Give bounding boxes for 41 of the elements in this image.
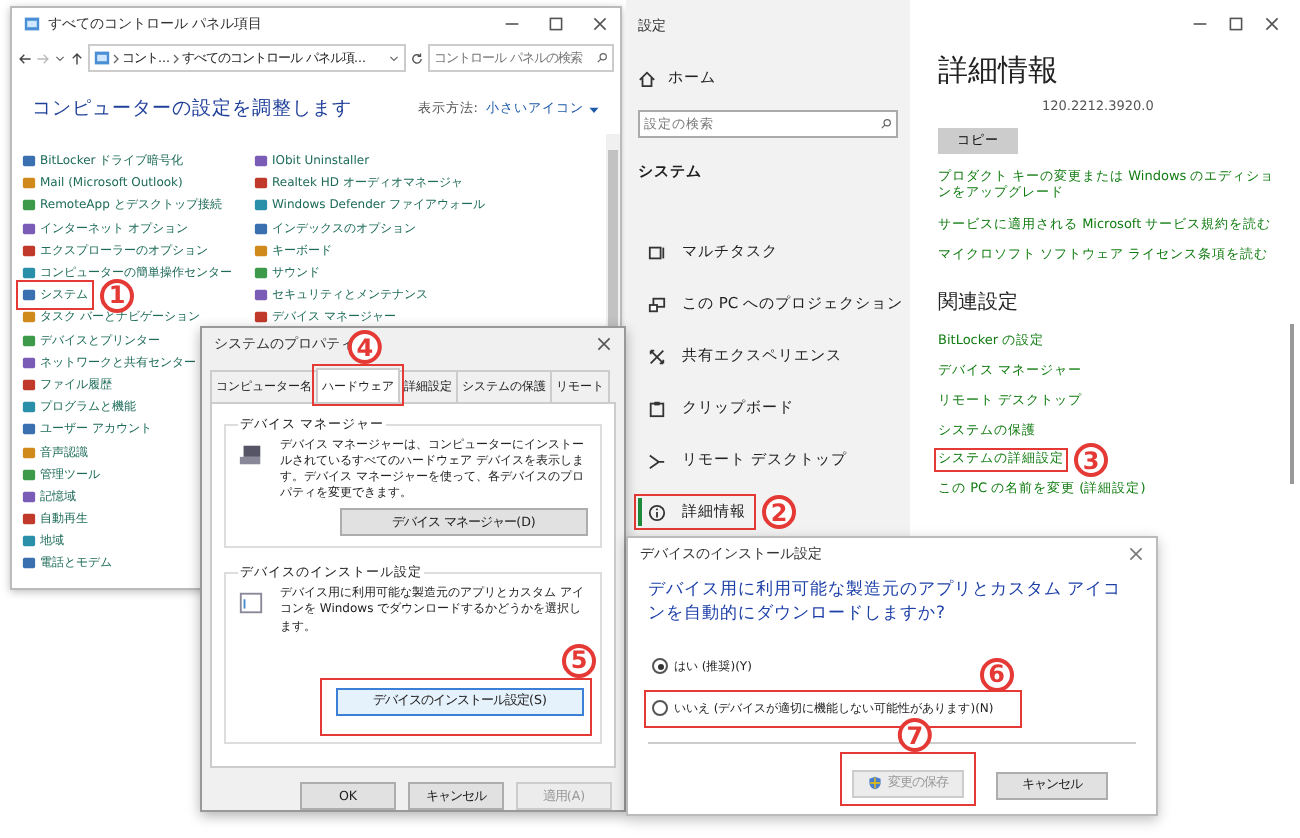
page-heading: 詳細情報 <box>938 52 1060 90</box>
computer-icon <box>238 442 264 468</box>
clipboard-icon <box>648 399 666 417</box>
maximize-icon[interactable] <box>548 16 564 32</box>
refresh-icon[interactable] <box>410 51 424 65</box>
callout-badge: 6 <box>979 657 1014 692</box>
angle-icon <box>648 451 666 469</box>
home-icon <box>638 69 656 87</box>
up-arrow-icon[interactable] <box>70 51 84 65</box>
search-icon <box>880 118 892 130</box>
close-icon[interactable] <box>1128 546 1144 562</box>
section-heading: 関連設定 <box>938 289 1020 317</box>
close-icon[interactable] <box>592 16 608 32</box>
maximize-icon[interactable] <box>1228 16 1244 32</box>
callout-badge: 7 <box>897 718 932 752</box>
document-icon <box>238 590 264 617</box>
info-icon <box>648 503 666 521</box>
callout-badge: 5 <box>562 643 596 678</box>
multitask-icon <box>648 243 666 261</box>
chevron-icon <box>172 51 181 65</box>
radio-button[interactable] <box>652 700 668 717</box>
control-panel-icon <box>94 50 110 66</box>
close-icon[interactable] <box>1264 16 1280 32</box>
control-panel-icon <box>24 16 40 32</box>
radio-button[interactable] <box>652 658 668 675</box>
page-heading: コンピューターの設定を調整します <box>32 96 352 122</box>
callout-badge: 2 <box>762 495 796 529</box>
dropdown-icon[interactable] <box>388 52 400 64</box>
callout-badge: 3 <box>1074 443 1108 478</box>
close-icon[interactable] <box>596 336 612 352</box>
scrollbar[interactable] <box>1290 324 1294 484</box>
chevron-icon <box>112 51 120 65</box>
shield-icon <box>868 776 882 790</box>
caret-icon <box>588 103 600 115</box>
cross-arrows-icon <box>648 347 666 365</box>
search-icon <box>596 52 608 64</box>
caret-icon[interactable] <box>54 52 66 64</box>
callout-badge: 1 <box>100 278 134 313</box>
back-icon[interactable] <box>18 51 32 65</box>
question-text: デバイス用に利用可能な製造元のアプリとカスタム アイコンを自動的にダウンロードしますか? <box>646 577 1124 628</box>
monitor-icon <box>648 295 666 313</box>
